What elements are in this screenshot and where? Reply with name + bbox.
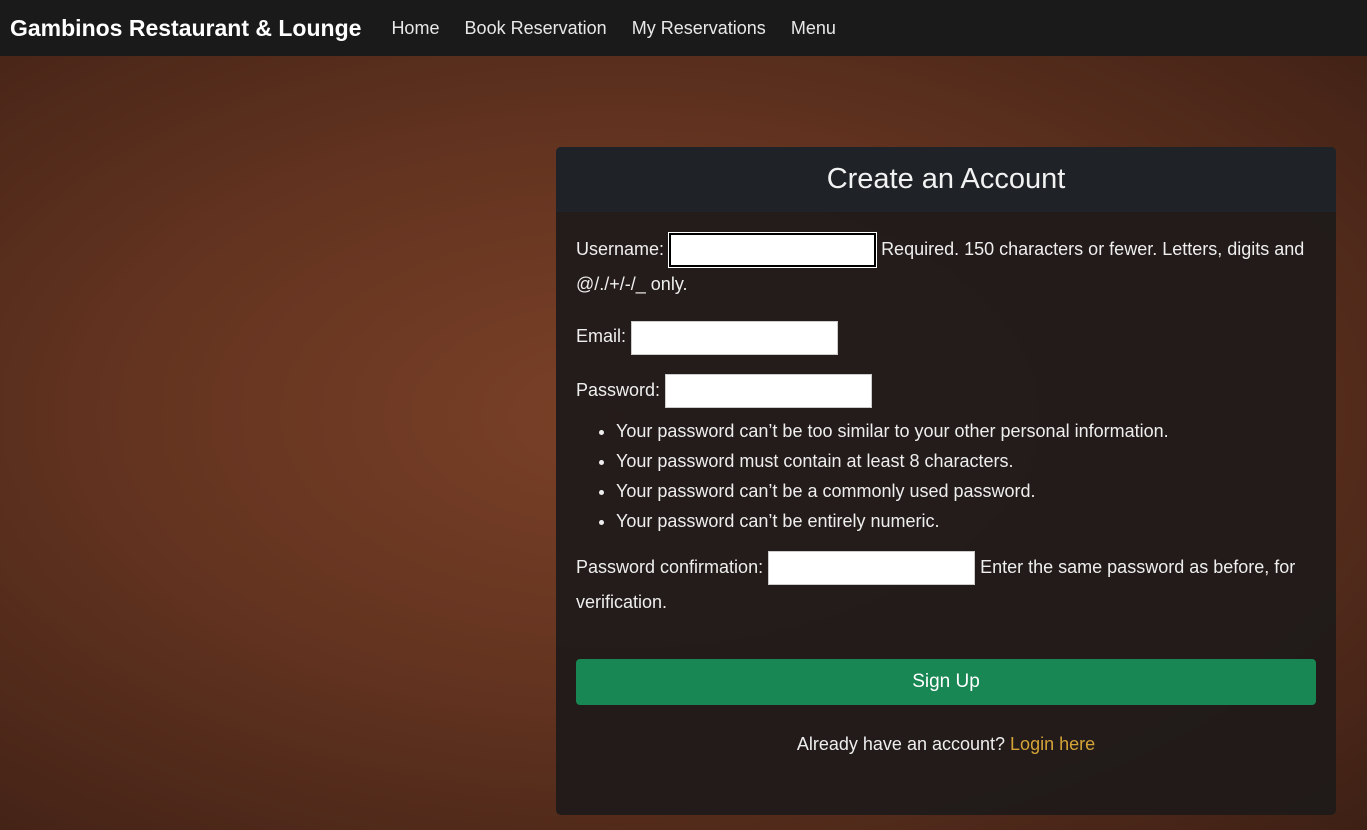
sign-up-button[interactable]: Sign Up	[576, 659, 1316, 705]
nav-my-reservations[interactable]: My Reservations	[632, 18, 766, 38]
confirm-label: Password confirmation:	[576, 556, 764, 577]
password-rules: Your password can’t be too similar to yo…	[616, 416, 1316, 536]
email-input[interactable]	[631, 320, 839, 355]
card-title: Create an Account	[556, 147, 1336, 212]
password-label: Password:	[576, 379, 661, 400]
email-label: Email:	[576, 326, 627, 347]
password-rule: Your password can’t be a commonly used p…	[616, 476, 1316, 506]
username-input[interactable]	[668, 232, 878, 269]
login-prompt: Already have an account?	[796, 734, 1006, 754]
password-rule: Your password can’t be too similar to yo…	[616, 416, 1316, 446]
username-label: Username:	[576, 239, 665, 259]
nav-home[interactable]: Home	[391, 18, 439, 38]
password-input[interactable]	[665, 373, 873, 408]
password-rule: Your password can’t be entirely numeric.	[616, 506, 1316, 536]
nav-book-reservation[interactable]: Book Reservation	[465, 18, 607, 38]
navbar: Gambinos Restaurant & Lounge Home Book R…	[0, 0, 1367, 56]
login-link[interactable]: Login here	[1010, 734, 1095, 754]
brand-link[interactable]: Gambinos Restaurant & Lounge	[10, 15, 361, 42]
nav-menu[interactable]: Menu	[791, 18, 836, 38]
signup-card: Create an Account Username: Required. 15…	[556, 147, 1336, 815]
password-rule: Your password must contain at least 8 ch…	[616, 446, 1316, 476]
password-confirm-input[interactable]	[768, 551, 976, 585]
